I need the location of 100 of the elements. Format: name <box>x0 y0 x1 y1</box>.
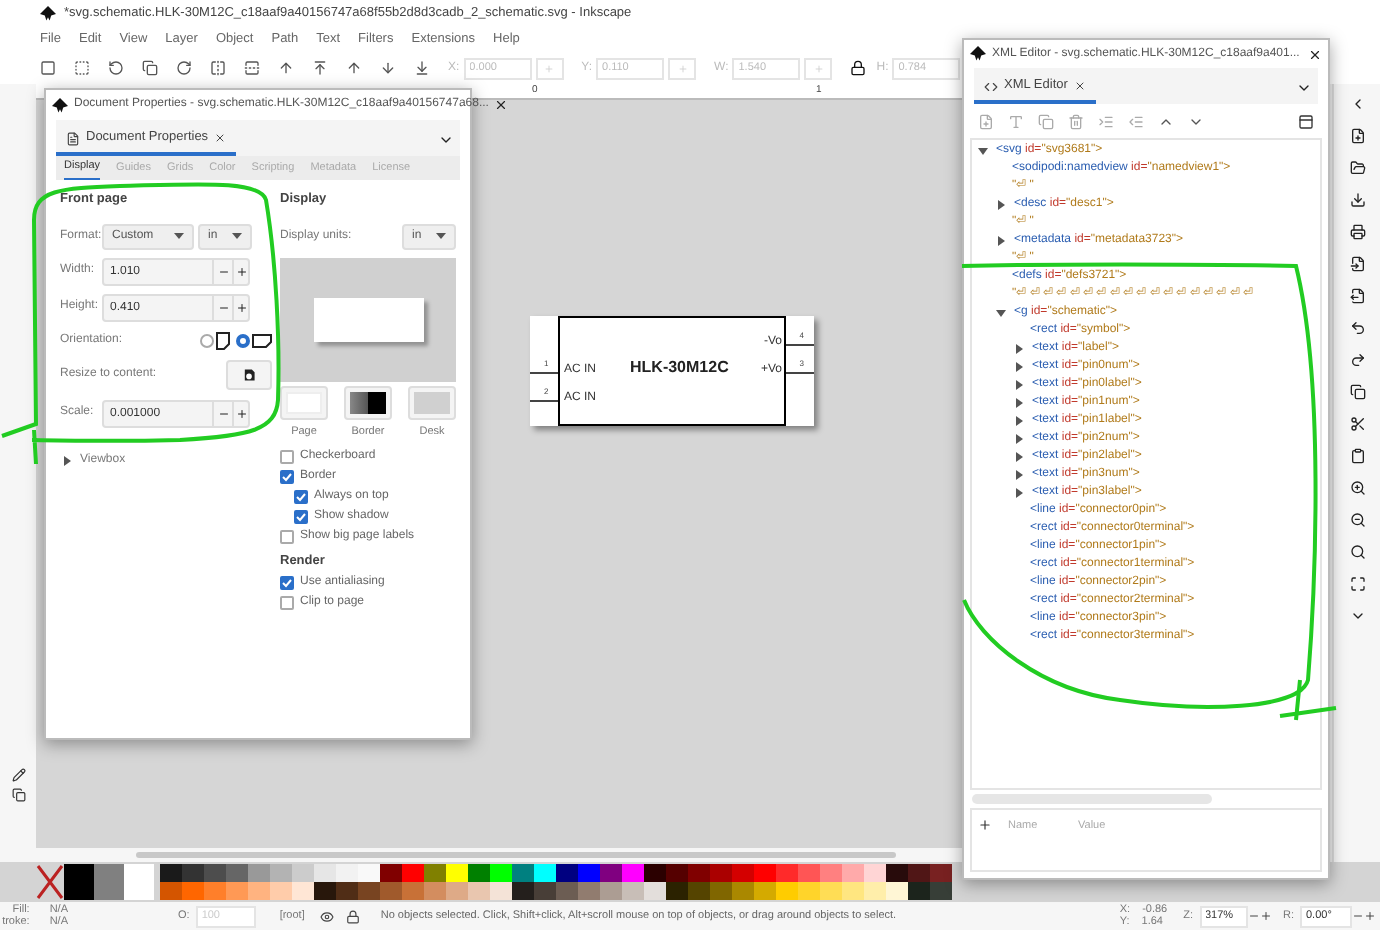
clone-icon[interactable] <box>11 788 25 802</box>
color-swatch[interactable] <box>798 864 820 882</box>
color-swatch[interactable] <box>248 882 270 900</box>
color-swatch[interactable] <box>380 864 402 882</box>
color-swatch[interactable] <box>490 864 512 882</box>
color-swatch[interactable] <box>182 882 204 900</box>
increment-button[interactable] <box>232 399 250 428</box>
color-swatch[interactable] <box>402 882 424 900</box>
rotate-left-icon[interactable] <box>108 60 124 76</box>
color-swatch[interactable] <box>182 864 204 882</box>
color-swatch[interactable] <box>248 864 270 882</box>
color-swatch[interactable] <box>292 864 314 882</box>
color-swatch[interactable] <box>622 864 644 882</box>
color-swatch[interactable] <box>402 864 424 882</box>
color-swatch[interactable] <box>292 882 314 900</box>
color-swatch[interactable] <box>600 864 622 882</box>
color-swatch[interactable] <box>886 882 908 900</box>
color-swatch[interactable] <box>226 882 248 900</box>
color-swatch[interactable] <box>842 882 864 900</box>
redo-icon[interactable] <box>1349 352 1365 368</box>
color-swatch[interactable] <box>864 864 886 882</box>
zoom-in-icon[interactable] <box>1349 480 1365 496</box>
checkbox[interactable] <box>280 596 294 611</box>
disclosure-triangle-icon[interactable] <box>62 456 72 467</box>
color-swatch[interactable] <box>94 864 124 900</box>
color-swatch[interactable] <box>842 864 864 882</box>
export-icon[interactable] <box>1349 288 1365 304</box>
checkbox[interactable] <box>280 469 294 483</box>
color-swatch[interactable] <box>556 864 578 882</box>
undo-icon[interactable] <box>1349 320 1365 336</box>
disclosure-triangle-icon[interactable] <box>1014 452 1024 462</box>
color-swatch[interactable] <box>490 882 512 900</box>
radio-button[interactable] <box>236 333 250 348</box>
color-swatch[interactable] <box>468 864 490 882</box>
color-swatch[interactable] <box>336 882 358 900</box>
color-swatch[interactable] <box>930 882 952 900</box>
color-swatch[interactable] <box>820 882 842 900</box>
lock-icon[interactable] <box>346 909 361 923</box>
lock-icon[interactable] <box>850 60 867 76</box>
stepper-button[interactable] <box>535 57 564 79</box>
chevron-down-icon[interactable] <box>1296 80 1312 96</box>
disclosure-triangle-icon[interactable] <box>996 236 1006 246</box>
disclosure-triangle-icon[interactable] <box>1014 488 1024 498</box>
disclosure-triangle-icon[interactable] <box>1014 470 1024 480</box>
arrow-down-icon[interactable] <box>380 60 396 76</box>
color-swatch[interactable] <box>600 882 622 900</box>
horizontal-scrollbar[interactable] <box>136 852 896 858</box>
checkbox[interactable] <box>280 576 294 591</box>
color-swatch[interactable] <box>424 882 446 900</box>
text-node-icon[interactable] <box>1008 113 1024 129</box>
close-icon[interactable] <box>494 98 509 112</box>
new-node-icon[interactable] <box>978 113 994 129</box>
color-swatch[interactable] <box>64 864 94 900</box>
decrement-button[interactable] <box>214 257 232 286</box>
fit-page-icon[interactable] <box>1349 576 1365 592</box>
new-file-icon[interactable] <box>1349 128 1365 144</box>
no-paint-swatch[interactable] <box>36 864 64 900</box>
indent-icon[interactable] <box>1098 113 1114 129</box>
color-swatch[interactable] <box>226 864 248 882</box>
color-swatch[interactable] <box>358 864 380 882</box>
copy-icon[interactable] <box>1349 384 1365 400</box>
disclosure-triangle-icon[interactable] <box>1014 362 1024 372</box>
color-swatch[interactable] <box>644 864 666 882</box>
color-swatch[interactable] <box>358 882 380 900</box>
stepper-button[interactable] <box>804 57 833 79</box>
layout-icon[interactable] <box>1298 113 1314 129</box>
flip-vertical-icon[interactable] <box>244 60 260 76</box>
color-swatch[interactable] <box>732 864 754 882</box>
color-swatch[interactable] <box>776 864 798 882</box>
folder-icon[interactable] <box>1349 160 1365 176</box>
color-swatch[interactable] <box>754 882 776 900</box>
dashed-square-icon[interactable] <box>74 60 90 76</box>
color-swatch[interactable] <box>204 864 226 882</box>
arrow-up-icon[interactable] <box>278 60 294 76</box>
arrow-up-icon[interactable] <box>346 60 362 76</box>
disclosure-triangle-icon[interactable] <box>1014 434 1024 444</box>
pencil-icon[interactable] <box>11 768 25 782</box>
color-swatch[interactable] <box>578 882 600 900</box>
plus-icon[interactable] <box>1364 910 1376 922</box>
color-swatch[interactable] <box>622 882 644 900</box>
color-button[interactable] <box>280 385 328 420</box>
color-swatch[interactable] <box>204 882 226 900</box>
zoom-out-icon[interactable] <box>1349 512 1365 528</box>
color-swatch[interactable] <box>160 882 182 900</box>
color-swatch[interactable] <box>710 864 732 882</box>
color-swatch[interactable] <box>314 882 336 900</box>
duplicate-icon[interactable] <box>142 60 158 76</box>
color-swatch[interactable] <box>446 882 468 900</box>
horizontal-scrollbar[interactable] <box>972 794 1212 804</box>
color-swatch[interactable] <box>644 882 666 900</box>
color-swatch[interactable] <box>534 882 556 900</box>
radio-button[interactable] <box>200 333 214 348</box>
color-swatch[interactable] <box>578 864 600 882</box>
color-swatch[interactable] <box>512 864 534 882</box>
color-swatch[interactable] <box>886 864 908 882</box>
outdent-icon[interactable] <box>1128 113 1144 129</box>
square-icon[interactable] <box>40 60 56 76</box>
checkbox[interactable] <box>294 509 308 523</box>
color-swatch[interactable] <box>270 882 292 900</box>
color-swatch[interactable] <box>688 864 710 882</box>
